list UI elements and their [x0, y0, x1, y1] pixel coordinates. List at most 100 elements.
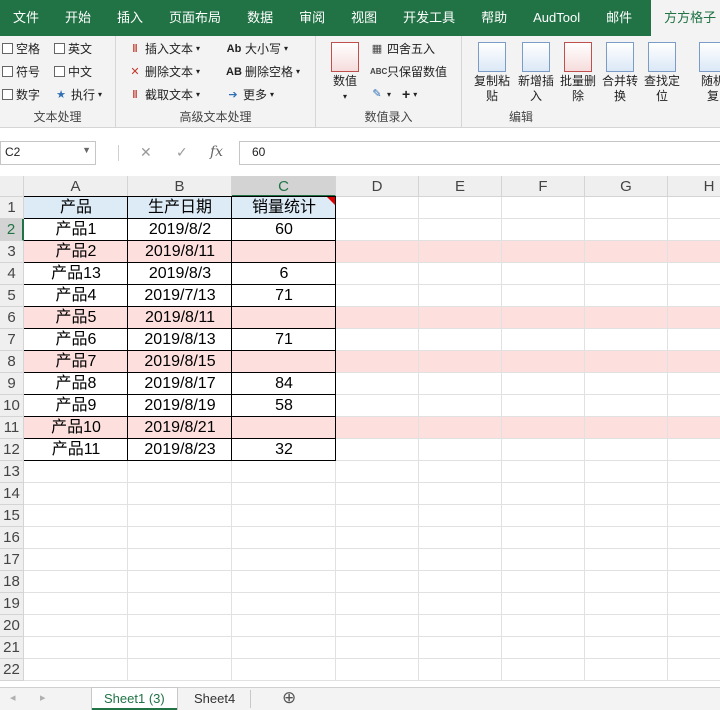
scroll-left-icon[interactable]: ◂ [10, 691, 16, 704]
copy-paste-button[interactable]: 复制粘贴 [472, 42, 512, 104]
table-cell[interactable]: 产品9 [24, 395, 128, 417]
table-header-cell[interactable]: 销量统计 [232, 197, 336, 219]
table-cell[interactable]: 2019/7/13 [128, 285, 232, 307]
random-button[interactable]: 随机复 [698, 42, 720, 104]
table-cell[interactable]: 71 [232, 285, 336, 307]
table-header-cell[interactable]: 产品 [24, 197, 128, 219]
row-header[interactable]: 1 [0, 197, 24, 219]
ribbon-tab[interactable]: 页面布局 [156, 0, 234, 36]
row-header[interactable]: 4 [0, 263, 24, 285]
table-cell[interactable]: 58 [232, 395, 336, 417]
ribbon-tab[interactable]: 方方格子 [651, 0, 720, 36]
edit-num-button[interactable]: ✎ ▾ + ▾ [370, 86, 417, 102]
row-header[interactable]: 18 [0, 571, 24, 593]
name-box[interactable]: C2 ▼ [0, 141, 96, 165]
table-cell[interactable] [232, 351, 336, 373]
row-header[interactable]: 7 [0, 329, 24, 351]
column-header-g[interactable]: G [585, 176, 668, 197]
table-cell[interactable]: 产品6 [24, 329, 128, 351]
table-cell[interactable] [232, 307, 336, 329]
sheet-tab[interactable]: Sheet4 [182, 688, 247, 710]
ribbon-tab[interactable]: 文件 [0, 0, 52, 36]
column-header-b[interactable]: B [128, 176, 232, 197]
ribbon-tab[interactable]: 开发工具 [390, 0, 468, 36]
row-header[interactable]: 13 [0, 461, 24, 483]
row-header[interactable]: 2 [0, 219, 24, 241]
table-cell[interactable]: 产品2 [24, 241, 128, 263]
ribbon-tab[interactable]: AudTool [520, 0, 593, 36]
table-cell[interactable] [232, 417, 336, 439]
table-cell[interactable]: 产品13 [24, 263, 128, 285]
ribbon-tab[interactable]: 邮件 [593, 0, 645, 36]
table-cell[interactable]: 84 [232, 373, 336, 395]
column-header-a[interactable]: A [24, 176, 128, 197]
row-header[interactable]: 9 [0, 373, 24, 395]
batch-delete-button[interactable]: 批量删除 [558, 42, 598, 104]
table-cell[interactable]: 2019/8/13 [128, 329, 232, 351]
table-cell[interactable]: 2019/8/11 [128, 307, 232, 329]
table-cell[interactable]: 2019/8/2 [128, 219, 232, 241]
row-header[interactable]: 21 [0, 637, 24, 659]
merge-convert-button[interactable]: 合并转换 [600, 42, 640, 104]
table-cell[interactable]: 6 [232, 263, 336, 285]
row-header[interactable]: 19 [0, 593, 24, 615]
row-header[interactable]: 14 [0, 483, 24, 505]
table-cell[interactable]: 60 [232, 219, 336, 241]
add-sheet-icon[interactable]: ⊕ [282, 688, 296, 708]
delete-text-button[interactable]: ✕ 删除文本 ▾ [128, 63, 200, 80]
table-cell[interactable]: 产品10 [24, 417, 128, 439]
new-insert-button[interactable]: 新增插入 [516, 42, 556, 104]
execute-button[interactable]: ★ 执行 ▾ [54, 86, 102, 103]
row-header[interactable]: 16 [0, 527, 24, 549]
delete-space-button[interactable]: AB 删除空格 ▾ [226, 63, 300, 80]
ribbon-tab[interactable]: 数据 [234, 0, 286, 36]
table-cell[interactable] [232, 241, 336, 263]
select-all-corner[interactable] [0, 176, 24, 197]
case-button[interactable]: Ab 大小写 ▾ [226, 40, 288, 57]
table-header-cell[interactable]: 生产日期 [128, 197, 232, 219]
checkbox-space[interactable]: 空格 [2, 40, 40, 57]
checkbox-number[interactable]: 数字 [2, 86, 40, 103]
table-cell[interactable]: 产品4 [24, 285, 128, 307]
table-cell[interactable]: 产品8 [24, 373, 128, 395]
column-header-e[interactable]: E [419, 176, 502, 197]
table-cell[interactable]: 产品7 [24, 351, 128, 373]
numeric-button[interactable]: 数值 ▾ [328, 42, 362, 104]
ribbon-tab[interactable]: 插入 [104, 0, 156, 36]
row-header[interactable]: 11 [0, 417, 24, 439]
row-header[interactable]: 15 [0, 505, 24, 527]
keep-value-button[interactable]: ABC 只保留数值 [370, 63, 447, 80]
row-header[interactable]: 8 [0, 351, 24, 373]
column-header-h[interactable]: H [668, 176, 720, 197]
cancel-icon[interactable]: ✕ [140, 144, 152, 161]
row-header[interactable]: 17 [0, 549, 24, 571]
row-header[interactable]: 20 [0, 615, 24, 637]
checkbox-chinese[interactable]: 中文 [54, 63, 92, 80]
ribbon-tab[interactable]: 帮助 [468, 0, 520, 36]
table-cell[interactable]: 产品11 [24, 439, 128, 461]
fx-icon[interactable]: fx [210, 144, 223, 160]
row-header[interactable]: 6 [0, 307, 24, 329]
table-cell[interactable]: 71 [232, 329, 336, 351]
sheet-tab-active[interactable]: Sheet1 (3) [92, 688, 177, 710]
row-header[interactable]: 22 [0, 659, 24, 681]
row-header[interactable]: 12 [0, 439, 24, 461]
row-header[interactable]: 5 [0, 285, 24, 307]
table-cell[interactable]: 2019/8/11 [128, 241, 232, 263]
checkbox-english[interactable]: 英文 [54, 40, 92, 57]
ribbon-tab[interactable]: 视图 [338, 0, 390, 36]
ribbon-tab[interactable]: 开始 [52, 0, 104, 36]
row-header[interactable]: 3 [0, 241, 24, 263]
checkbox-symbol[interactable]: 符号 [2, 63, 40, 80]
worksheet-grid[interactable]: A B C D E F G H 1 2 3 4 5 6 7 8 9 10 11 12 13 14 15 16 17 18 19 20 2… [0, 176, 720, 687]
table-cell[interactable]: 2019/8/21 [128, 417, 232, 439]
table-cell[interactable]: 2019/8/15 [128, 351, 232, 373]
table-cell[interactable]: 2019/8/19 [128, 395, 232, 417]
column-header-d[interactable]: D [336, 176, 419, 197]
ribbon-tab[interactable]: 审阅 [286, 0, 338, 36]
table-cell[interactable]: 2019/8/3 [128, 263, 232, 285]
enter-icon[interactable]: ✓ [176, 144, 188, 161]
more-button[interactable]: ➔ 更多 ▾ [226, 86, 274, 103]
formula-input[interactable]: 60 [239, 141, 720, 165]
extract-text-button[interactable]: ǁ 截取文本 ▾ [128, 86, 200, 103]
